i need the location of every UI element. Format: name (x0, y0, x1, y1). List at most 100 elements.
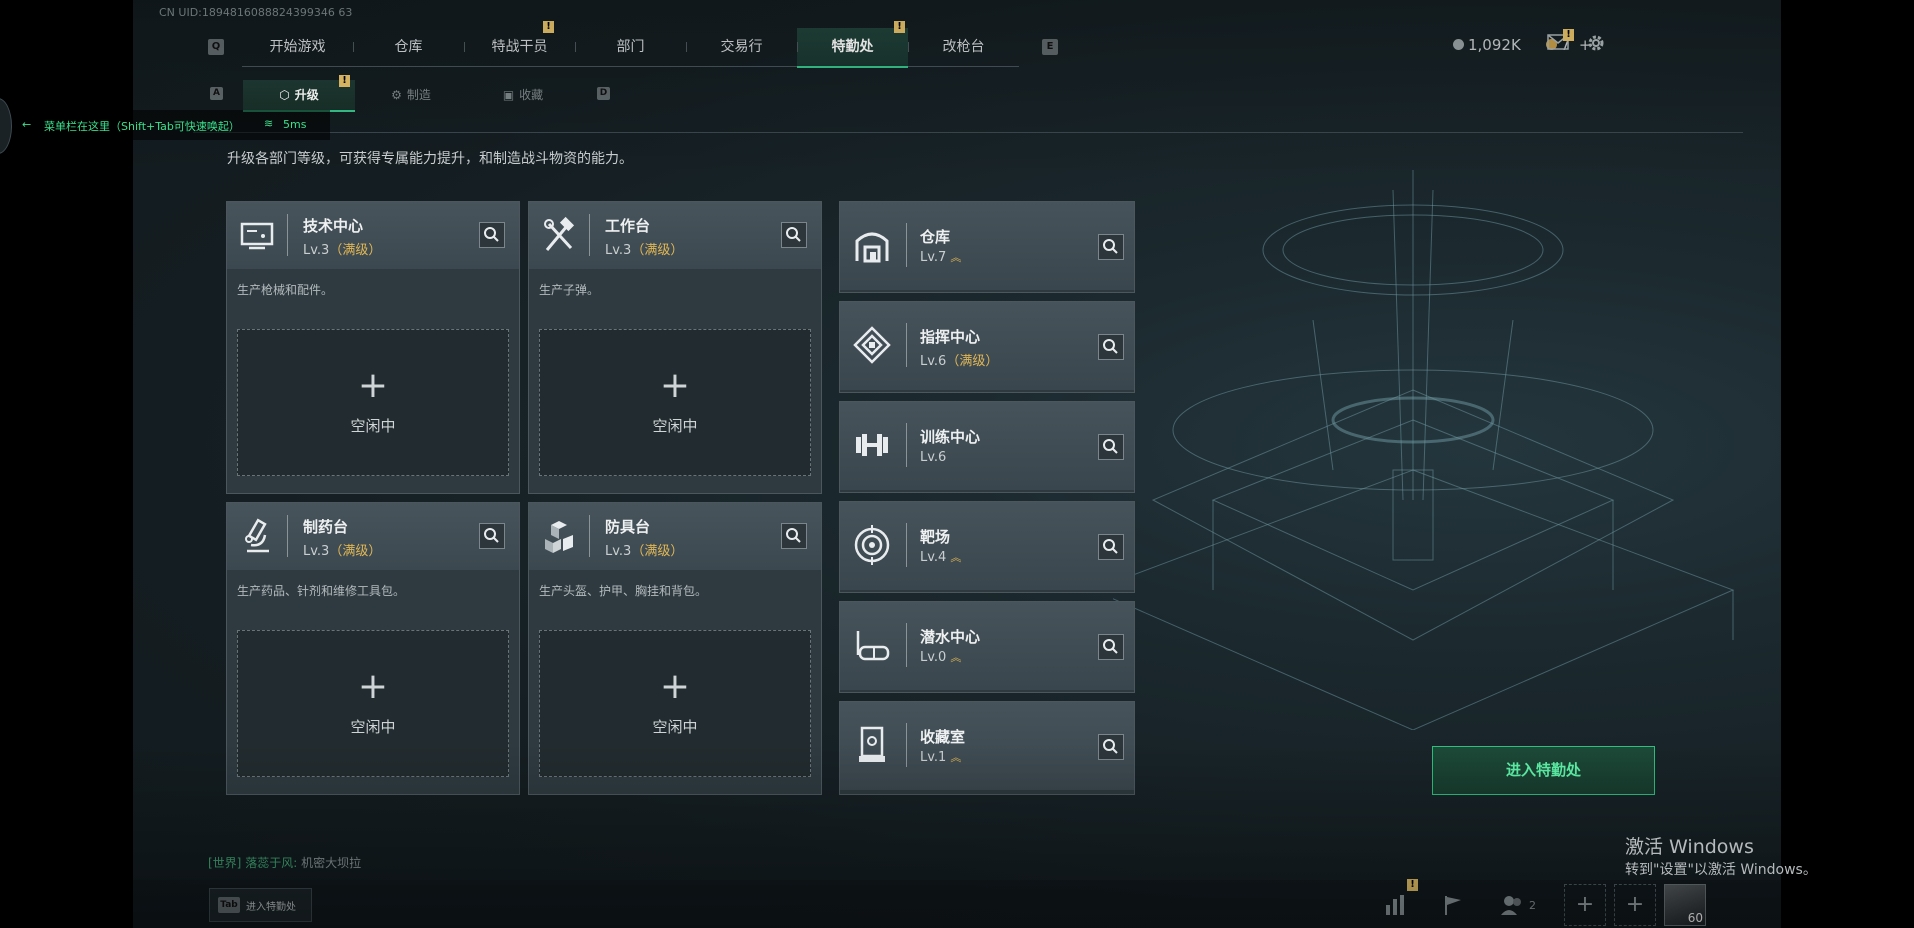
add-teammate-slot[interactable]: + (1614, 884, 1656, 926)
card-level: Lv.4 ︽ (920, 550, 961, 565)
card-level: Lv.3（满级） (605, 239, 683, 258)
settings-button[interactable] (1586, 33, 1606, 53)
inspect-button[interactable] (1098, 634, 1124, 660)
department-card-armor-bench[interactable]: 防具台 Lv.3（满级） 生产头盔、护甲、胸挂和背包。 + 空闲中 (528, 502, 822, 795)
card-title: 制药台 (303, 518, 349, 536)
card-header: 技术中心 Lv.3（满级） (227, 202, 519, 269)
divider (287, 515, 288, 557)
inspect-button[interactable] (1098, 734, 1124, 760)
tab-label: 部门 (616, 39, 645, 55)
inspect-button[interactable] (1098, 434, 1124, 460)
main-tabs: 开始游戏 仓库 特战干员! 部门 交易行 特勤处! 改枪台 (242, 21, 1019, 68)
search-icon (1103, 239, 1118, 254)
friends-button[interactable]: 2 (1499, 893, 1543, 917)
tab-gunsmith[interactable]: 改枪台 (908, 28, 1019, 66)
chat-line[interactable]: [世界] 落蕊于风: 机密大坝拉 (208, 854, 361, 871)
card-header: 防具台 Lv.3（满级） (529, 503, 821, 570)
inspect-button[interactable] (781, 222, 807, 248)
production-slot[interactable]: + 空闲中 (539, 329, 811, 476)
level-value: Lv.4 (920, 550, 947, 565)
player-avatar[interactable]: 60 (1664, 884, 1706, 926)
search-icon (1103, 339, 1118, 354)
production-slot[interactable]: + 空闲中 (237, 630, 509, 777)
notification-badge: ! (339, 75, 350, 87)
department-card-tech-center[interactable]: 技术中心 Lv.3（满级） 生产枪械和配件。 + 空闲中 (226, 201, 520, 494)
facility-card-training-center[interactable]: 训练中心 Lv.6 (839, 401, 1135, 493)
divider (906, 623, 907, 667)
facility-card-collection-room[interactable]: 收藏室 Lv.1 ︽ (839, 701, 1135, 795)
inspect-button[interactable] (479, 523, 505, 549)
subtab-upgrade[interactable]: ⬡ 升级! (243, 75, 355, 112)
upgrade-icon: ⬡ (279, 88, 290, 102)
card-description: 生产子弹。 (539, 283, 600, 297)
arrow-left-icon: ← (22, 118, 32, 131)
tab-department[interactable]: 部门 (575, 28, 686, 66)
tab-operators[interactable]: 特战干员! (464, 21, 575, 66)
friends-icon (1501, 896, 1521, 915)
inspect-button[interactable] (1098, 534, 1124, 560)
enter-special-service-shortcut[interactable]: Tab 进入特勤处 (209, 888, 312, 922)
tab-label: 交易行 (720, 39, 763, 55)
microscope-icon (245, 518, 269, 553)
card-level: Lv.6（满级） (920, 350, 998, 369)
shortcut-label: 进入特勤处 (246, 902, 296, 913)
tab-start-game[interactable]: 开始游戏 (242, 28, 353, 66)
next-tab-key[interactable]: E (1042, 39, 1058, 55)
prev-tab-key[interactable]: Q (208, 39, 224, 55)
search-icon (1103, 639, 1118, 654)
production-slot[interactable]: + 空闲中 (539, 630, 811, 777)
notification-badge: ! (543, 21, 554, 33)
player-level: 60 (1687, 911, 1703, 925)
subtab-collection[interactable]: ▣ 收藏 (467, 80, 579, 110)
silver-coin-icon (1453, 39, 1464, 50)
inspect-button[interactable] (781, 523, 807, 549)
inspect-button[interactable] (1098, 234, 1124, 260)
hammer-wrench-icon (544, 216, 575, 251)
player-uid: CN UID:1894816088824399346 63 (159, 6, 353, 19)
overlay-handle[interactable] (0, 98, 12, 154)
flag-button[interactable] (1441, 893, 1465, 917)
card-title: 指挥中心 (920, 328, 981, 346)
game-window: CN UID:1894816088824399346 63 Q 开始游戏 仓库 … (133, 0, 1781, 928)
level-value: Lv.7 (920, 250, 947, 265)
tab-special-service[interactable]: 特勤处! (797, 21, 908, 68)
level-value: Lv.6 (920, 354, 947, 369)
facility-card-diving-center[interactable]: 潜水中心 Lv.0 ︽ (839, 601, 1135, 693)
stats-button[interactable]: ! (1383, 879, 1418, 917)
prev-subtab-key[interactable]: A (210, 87, 223, 100)
department-card-pharmacy[interactable]: 制药台 Lv.3（满级） 生产药品、针剂和维修工具包。 + 空闲中 (226, 502, 520, 795)
inspect-button[interactable] (1098, 334, 1124, 360)
enter-special-service-button[interactable]: 进入特勤处 (1432, 746, 1655, 795)
card-description: 生产头盔、护甲、胸挂和背包。 (539, 584, 708, 598)
sub-tabs: ⬡ 升级! ⚙ 制造 ▣ 收藏 (243, 75, 579, 112)
search-icon (1103, 439, 1118, 454)
facility-card-shooting-range[interactable]: 靶场 Lv.4 ︽ (839, 501, 1135, 593)
chat-channel: [世界] (208, 856, 242, 870)
facility-card-warehouse[interactable]: 仓库 Lv.7 ︽ (839, 201, 1135, 293)
card-header: 仓库 Lv.7 ︽ (840, 202, 1134, 290)
search-icon (1103, 539, 1118, 554)
slot-status: 空闲中 (350, 718, 396, 736)
friends-count: 2 (1529, 899, 1536, 912)
department-card-workbench[interactable]: 工作台 Lv.3（满级） 生产子弹。 + 空闲中 (528, 201, 822, 494)
base-hologram-illustration (1113, 170, 1735, 730)
subtab-craft[interactable]: ⚙ 制造 (355, 80, 467, 110)
inspect-button[interactable] (479, 222, 505, 248)
page-description: 升级各部门等级，可获得专属能力提升，和制造战斗物资的能力。 (227, 151, 633, 167)
facility-card-command-center[interactable]: 指挥中心 Lv.6（满级） (839, 301, 1135, 393)
mail-button[interactable]: ! (1547, 29, 1574, 50)
card-description: 生产枪械和配件。 (237, 283, 334, 297)
slot-status: 空闲中 (652, 718, 698, 736)
windows-activation-hint: 转到"设置"以激活 Windows。 (1625, 862, 1817, 878)
max-level-tag: （满级） (329, 243, 382, 258)
card-description: 生产药品、针剂和维修工具包。 (237, 584, 406, 598)
card-title: 防具台 (605, 518, 651, 536)
next-subtab-key[interactable]: D (597, 87, 610, 100)
add-teammate-slot[interactable]: + (1564, 884, 1606, 926)
production-slot[interactable]: + 空闲中 (237, 329, 509, 476)
tab-warehouse[interactable]: 仓库 (353, 28, 464, 66)
tab-trading[interactable]: 交易行 (686, 28, 797, 66)
card-title: 技术中心 (303, 217, 364, 235)
card-title: 潜水中心 (920, 628, 981, 646)
overlay-menu-hint[interactable]: ← 菜单栏在这里（Shift+Tab可快速唤起） ≋ 5ms (0, 98, 330, 154)
